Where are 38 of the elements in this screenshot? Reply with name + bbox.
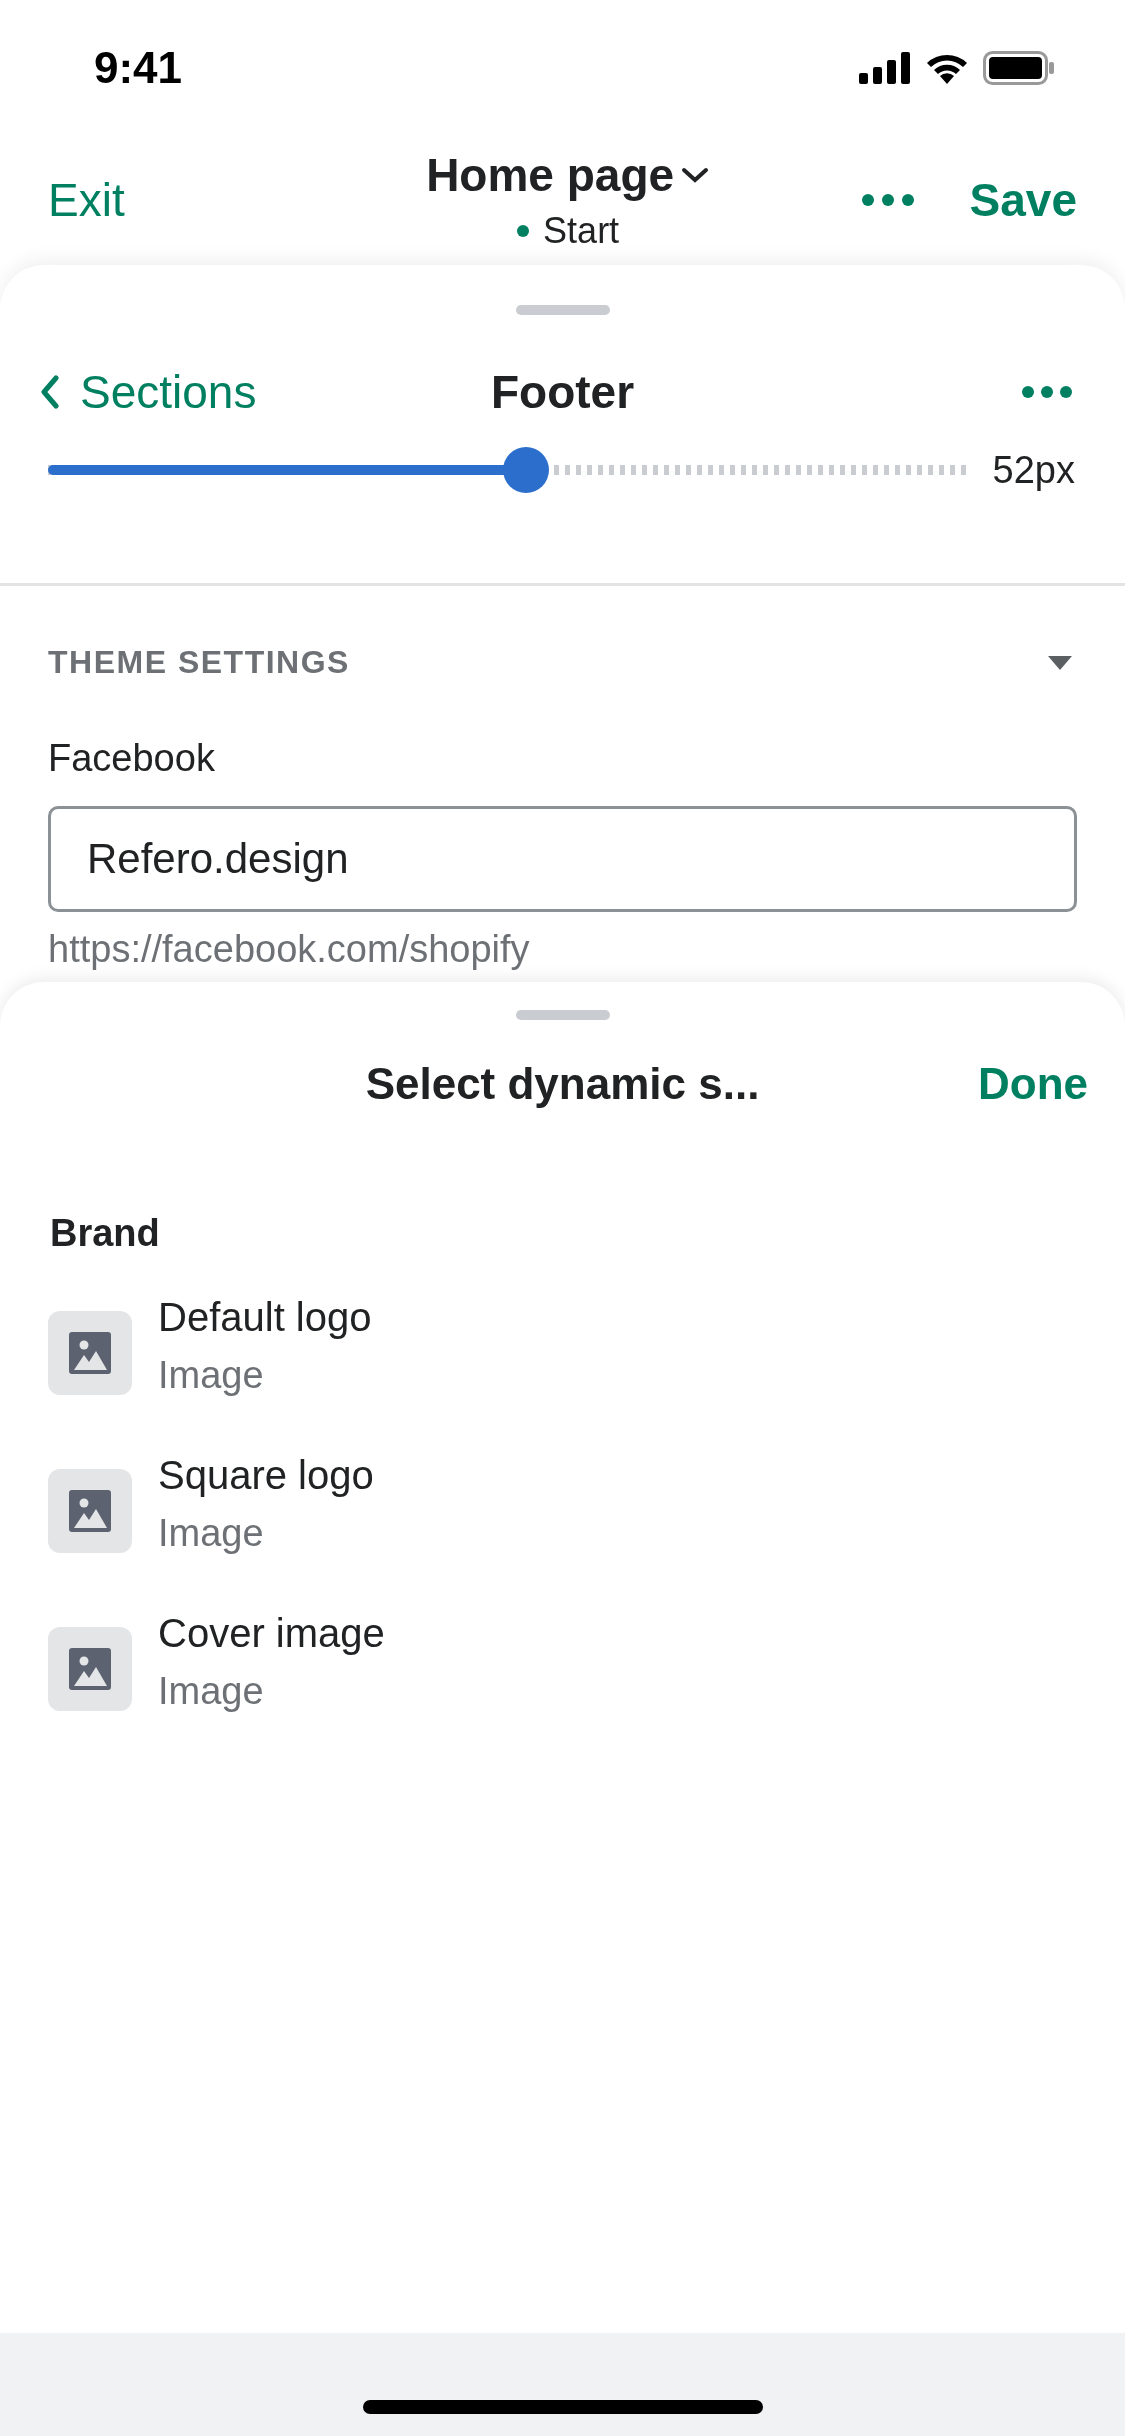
- source-item[interactable]: Square logo Image: [0, 1433, 1125, 1575]
- help-text: https://facebook.com/shopify: [48, 928, 531, 971]
- section-header[interactable]: THEME SETTINGS: [0, 644, 1125, 681]
- sheet-title: Select dynamic s...: [365, 1059, 760, 1109]
- more-icon[interactable]: [1022, 386, 1072, 398]
- exit-button[interactable]: Exit: [48, 173, 125, 227]
- page-selector[interactable]: Home page: [426, 148, 711, 202]
- back-button[interactable]: Sections: [40, 365, 257, 419]
- triangle-icon: [1047, 654, 1073, 671]
- battery-icon: [983, 50, 1055, 85]
- section-title: Footer: [490, 365, 635, 419]
- source-item[interactable]: Cover image Image: [0, 1591, 1125, 1733]
- status-time: 9:41: [94, 42, 183, 93]
- slider-value: 52px: [992, 448, 1075, 492]
- text-field[interactable]: Refero.design: [48, 806, 1077, 912]
- item-type: Image: [158, 1354, 265, 1397]
- source-item[interactable]: Default logo Image: [0, 1275, 1125, 1417]
- status-dot-icon: [517, 225, 530, 237]
- template-status: Start: [543, 210, 620, 252]
- image-icon: [48, 1469, 132, 1553]
- save-button[interactable]: Save: [969, 173, 1077, 227]
- chevron-left-icon: [40, 375, 60, 409]
- chevron-down-icon: [680, 165, 711, 185]
- signal-icon: [859, 51, 911, 84]
- drag-handle[interactable]: [515, 305, 610, 315]
- slider-thumb[interactable]: [502, 447, 549, 493]
- item-name: Square logo: [158, 1453, 374, 1498]
- more-icon[interactable]: [861, 194, 914, 206]
- item-type: Image: [158, 1512, 265, 1555]
- item-name: Cover image: [158, 1611, 385, 1656]
- drag-handle[interactable]: [515, 1010, 610, 1020]
- group-heading: Brand: [50, 1212, 161, 1255]
- image-icon: [48, 1627, 132, 1711]
- item-name: Default logo: [158, 1295, 372, 1340]
- item-type: Image: [158, 1670, 265, 1713]
- field-label: Facebook: [48, 737, 216, 780]
- image-icon: [48, 1311, 132, 1395]
- done-button[interactable]: Done: [978, 1059, 1088, 1109]
